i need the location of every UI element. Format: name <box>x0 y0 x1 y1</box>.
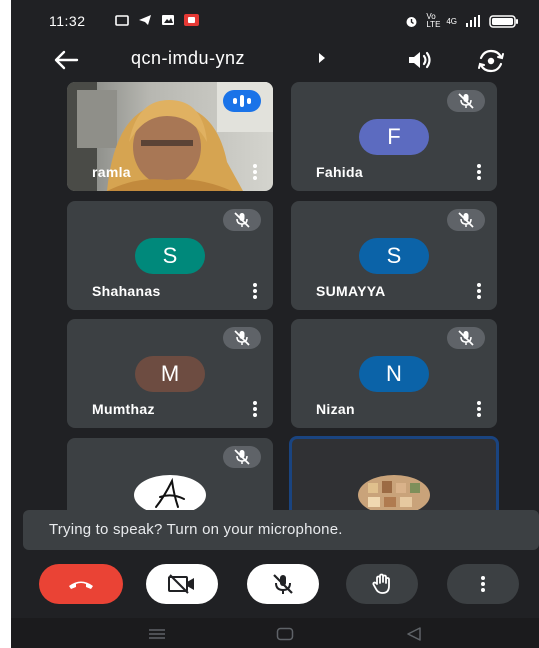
mic-off-icon <box>223 327 261 349</box>
switch-camera-icon[interactable] <box>476 48 506 74</box>
participant-tile-mumthaz[interactable]: M Mumthaz <box>67 319 273 428</box>
status-bar: 11:32 Vo LTE 4G <box>11 0 539 40</box>
gallery-icon <box>162 15 174 25</box>
more-options-icon[interactable] <box>253 401 257 417</box>
mic-off-icon <box>223 209 261 231</box>
more-options-icon <box>481 576 485 592</box>
phone-screen: 11:32 Vo LTE 4G qcn-imdu-ynz ramla F Fah… <box>11 0 539 648</box>
more-options-icon[interactable] <box>253 283 257 299</box>
network-type-label: 4G <box>446 16 457 26</box>
back-arrow-icon[interactable] <box>53 48 79 72</box>
microphone-toast: Trying to speak? Turn on your microphone… <box>23 510 539 550</box>
mic-off-icon <box>447 327 485 349</box>
status-time: 11:32 <box>49 13 86 29</box>
back-nav-icon[interactable] <box>406 627 422 641</box>
telegram-icon <box>139 15 151 25</box>
mic-off-icon <box>273 574 293 594</box>
participant-name: Shahanas <box>92 283 161 299</box>
more-options-icon[interactable] <box>477 401 481 417</box>
mic-toggle-button[interactable] <box>247 564 319 604</box>
participant-tile-ramla[interactable]: ramla <box>67 82 273 191</box>
participant-name: ramla <box>92 164 131 180</box>
home-icon[interactable] <box>276 627 294 641</box>
participant-name: Fahida <box>316 164 363 180</box>
recent-apps-icon[interactable] <box>148 629 166 639</box>
participant-tile-fahida[interactable]: F Fahida <box>291 82 497 191</box>
more-options-button[interactable] <box>447 564 519 604</box>
signal-icon <box>466 15 480 27</box>
end-call-icon <box>69 581 93 589</box>
speaking-indicator <box>223 90 261 112</box>
participant-tile-nizan[interactable]: N Nizan <box>291 319 497 428</box>
participant-avatar: S <box>135 238 205 274</box>
participant-tile-sumayya[interactable]: S SUMAYYA <box>291 201 497 310</box>
participant-avatar-image <box>134 475 206 515</box>
toast-message: Trying to speak? Turn on your microphone… <box>49 521 343 538</box>
participant-avatar-image <box>358 475 430 515</box>
raise-hand-button[interactable] <box>346 564 418 604</box>
meeting-code[interactable]: qcn-imdu-ynz <box>131 48 245 69</box>
participant-avatar: N <box>359 356 429 392</box>
end-call-button[interactable] <box>39 564 123 604</box>
more-options-icon[interactable] <box>477 283 481 299</box>
camera-toggle-button[interactable] <box>146 564 218 604</box>
system-icons: Vo LTE 4G <box>405 13 519 29</box>
call-controls <box>11 555 539 615</box>
meeting-header: qcn-imdu-ynz <box>11 40 539 80</box>
participant-name: SUMAYYA <box>316 283 386 299</box>
more-options-icon[interactable] <box>253 164 257 180</box>
meeting-details-caret-icon[interactable] <box>319 53 325 63</box>
participant-avatar: S <box>359 238 429 274</box>
participant-name: Nizan <box>316 401 355 417</box>
mic-off-icon <box>447 209 485 231</box>
mic-off-icon <box>223 446 261 468</box>
notification-icons <box>115 14 199 26</box>
alarm-icon <box>406 16 417 27</box>
raise-hand-icon <box>372 573 390 594</box>
mic-off-icon <box>447 90 485 112</box>
volte-label: Vo LTE <box>426 12 441 29</box>
participant-avatar: M <box>135 356 205 392</box>
participant-avatar: F <box>359 119 429 155</box>
system-navigation-bar <box>11 618 539 648</box>
app-badge-icon <box>184 14 199 26</box>
participant-name: Mumthaz <box>92 401 155 417</box>
participant-tile-shahanas[interactable]: S Shahanas <box>67 201 273 310</box>
battery-icon <box>489 14 518 28</box>
more-options-icon[interactable] <box>477 164 481 180</box>
camera-off-icon <box>168 574 194 594</box>
speaker-icon[interactable] <box>405 48 435 72</box>
cast-icon <box>115 14 129 26</box>
